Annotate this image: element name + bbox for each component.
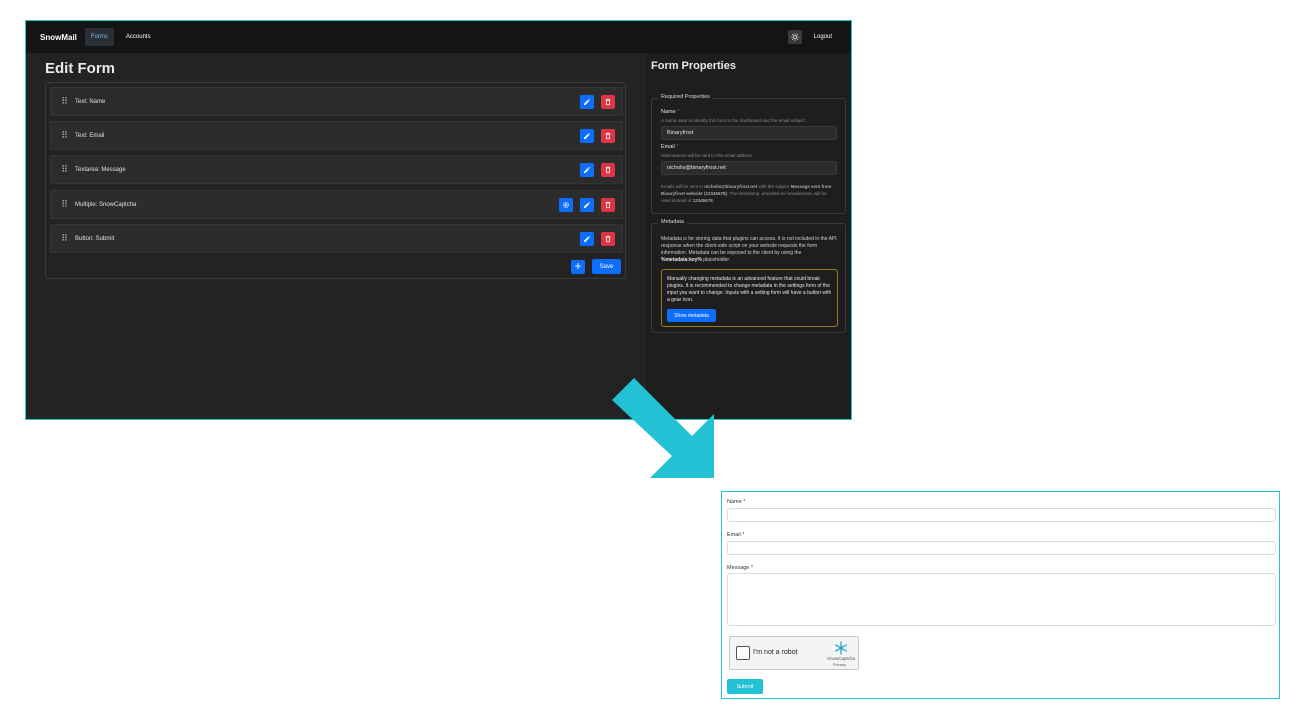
edit-icon (584, 98, 591, 105)
logout-link[interactable]: Logout (814, 34, 832, 40)
plus-icon: + (574, 258, 582, 273)
form-preview: Name * Email * Message * I'm not a robot… (721, 491, 1280, 699)
edit-button[interactable] (580, 162, 594, 177)
trash-icon (605, 235, 611, 242)
edit-button[interactable] (580, 128, 594, 143)
snowcaptcha-widget: I'm not a robot SnowCaptcha Privacy (729, 636, 859, 670)
form-input-row: ⠿ Text: Email (50, 121, 623, 150)
preview-email-input[interactable] (727, 541, 1276, 555)
email-help-text: Submissions will be sent to this email a… (661, 153, 753, 158)
trash-icon (605, 98, 611, 105)
app-screenshot: SnowMail Forms Accounts Logout Edit Form… (25, 20, 852, 420)
nav-link-accounts[interactable]: Accounts (120, 28, 157, 46)
trash-icon (605, 132, 611, 139)
brand-logo[interactable]: SnowMail (40, 33, 77, 42)
trash-icon (605, 201, 611, 208)
form-input-label: Multiple: SnowCaptcha (75, 201, 137, 208)
drag-handle-icon[interactable]: ⠿ (53, 130, 75, 141)
email-subject-note: Emails will be sent to nicholis@binaryfr… (661, 184, 832, 203)
edit-icon (584, 166, 591, 173)
edit-icon (584, 132, 591, 139)
metadata-description: Metadata is for storing data that plugin… (661, 236, 837, 263)
captcha-privacy-link[interactable]: Privacy (833, 662, 846, 667)
email-label: Email * (661, 144, 679, 150)
captcha-brand: SnowCaptcha (826, 656, 855, 661)
form-input-label: Textarea: Message (75, 166, 126, 173)
name-label: Name * (661, 109, 680, 115)
form-properties-panel: Form Properties Required Properties Name… (646, 53, 851, 419)
metadata-warning: Manually changing metadata is an advance… (661, 269, 838, 327)
name-help-text: A name used to identify this form in the… (661, 118, 805, 123)
captcha-checkbox[interactable] (736, 646, 750, 660)
page-title: Edit Form (45, 60, 115, 77)
preview-name-label: Name * (727, 499, 746, 505)
form-inputs-list: ⠿ Text: Name ⠿ Text: Email ⠿ Textarea: M… (45, 82, 626, 279)
form-input-row: ⠿ Textarea: Message (50, 155, 623, 184)
required-properties-legend: Required Properties (658, 94, 713, 100)
name-field[interactable]: Binaryfrost (661, 126, 837, 140)
drag-handle-icon[interactable]: ⠿ (53, 233, 75, 244)
gear-icon (562, 201, 570, 208)
preview-email-label: Email * (727, 532, 745, 538)
navbar: SnowMail Forms Accounts Logout (26, 21, 851, 53)
delete-button[interactable] (601, 197, 615, 212)
edit-icon (584, 235, 591, 242)
nav-link-forms[interactable]: Forms (84, 28, 114, 46)
drag-handle-icon[interactable]: ⠿ (53, 164, 75, 175)
delete-button[interactable] (601, 94, 615, 109)
edit-button[interactable] (580, 231, 594, 246)
save-button[interactable]: Save (592, 259, 621, 274)
metadata-legend: Metadata (658, 219, 687, 225)
submit-button[interactable]: Submit (727, 679, 763, 694)
arrow-icon (612, 378, 714, 478)
metadata-warning-text: Manually changing metadata is an advance… (667, 276, 832, 303)
form-input-row: ⠿ Button: Submit (50, 224, 623, 253)
settings-button[interactable] (559, 197, 573, 212)
delete-button[interactable] (601, 162, 615, 177)
properties-title: Form Properties (651, 60, 736, 72)
preview-message-label: Message * (727, 565, 753, 571)
email-field[interactable]: nicholis@binaryfrost.net (661, 161, 837, 175)
form-input-label: Text: Name (75, 98, 106, 105)
sun-icon (790, 33, 799, 41)
captcha-text: I'm not a robot (753, 649, 798, 656)
preview-name-input[interactable] (727, 508, 1276, 522)
theme-toggle-button[interactable] (787, 30, 802, 44)
form-input-row: ⠿ Text: Name (50, 87, 623, 116)
required-properties-fieldset: Required Properties Name * A name used t… (651, 94, 846, 214)
form-input-label: Button: Submit (75, 235, 115, 242)
form-actions: + Save (571, 259, 621, 274)
form-input-label: Text: Email (75, 132, 105, 139)
drag-handle-icon[interactable]: ⠿ (53, 96, 75, 107)
trash-icon (605, 166, 611, 173)
delete-button[interactable] (601, 231, 615, 246)
delete-button[interactable] (601, 128, 615, 143)
form-editor: Edit Form ⠿ Text: Name ⠿ Text: Email ⠿ T… (26, 53, 646, 419)
form-input-row: ⠿ Multiple: SnowCaptcha (50, 190, 623, 219)
preview-message-textarea[interactable] (727, 573, 1276, 626)
add-input-button[interactable]: + (571, 258, 585, 274)
edit-button[interactable] (580, 94, 594, 109)
drag-handle-icon[interactable]: ⠿ (53, 199, 75, 210)
show-metadata-button[interactable]: Show metadata (667, 309, 716, 322)
snowflake-icon (835, 641, 847, 655)
edit-icon (584, 201, 591, 208)
metadata-fieldset: Metadata Metadata is for storing data th… (651, 219, 846, 333)
edit-button[interactable] (580, 197, 594, 212)
